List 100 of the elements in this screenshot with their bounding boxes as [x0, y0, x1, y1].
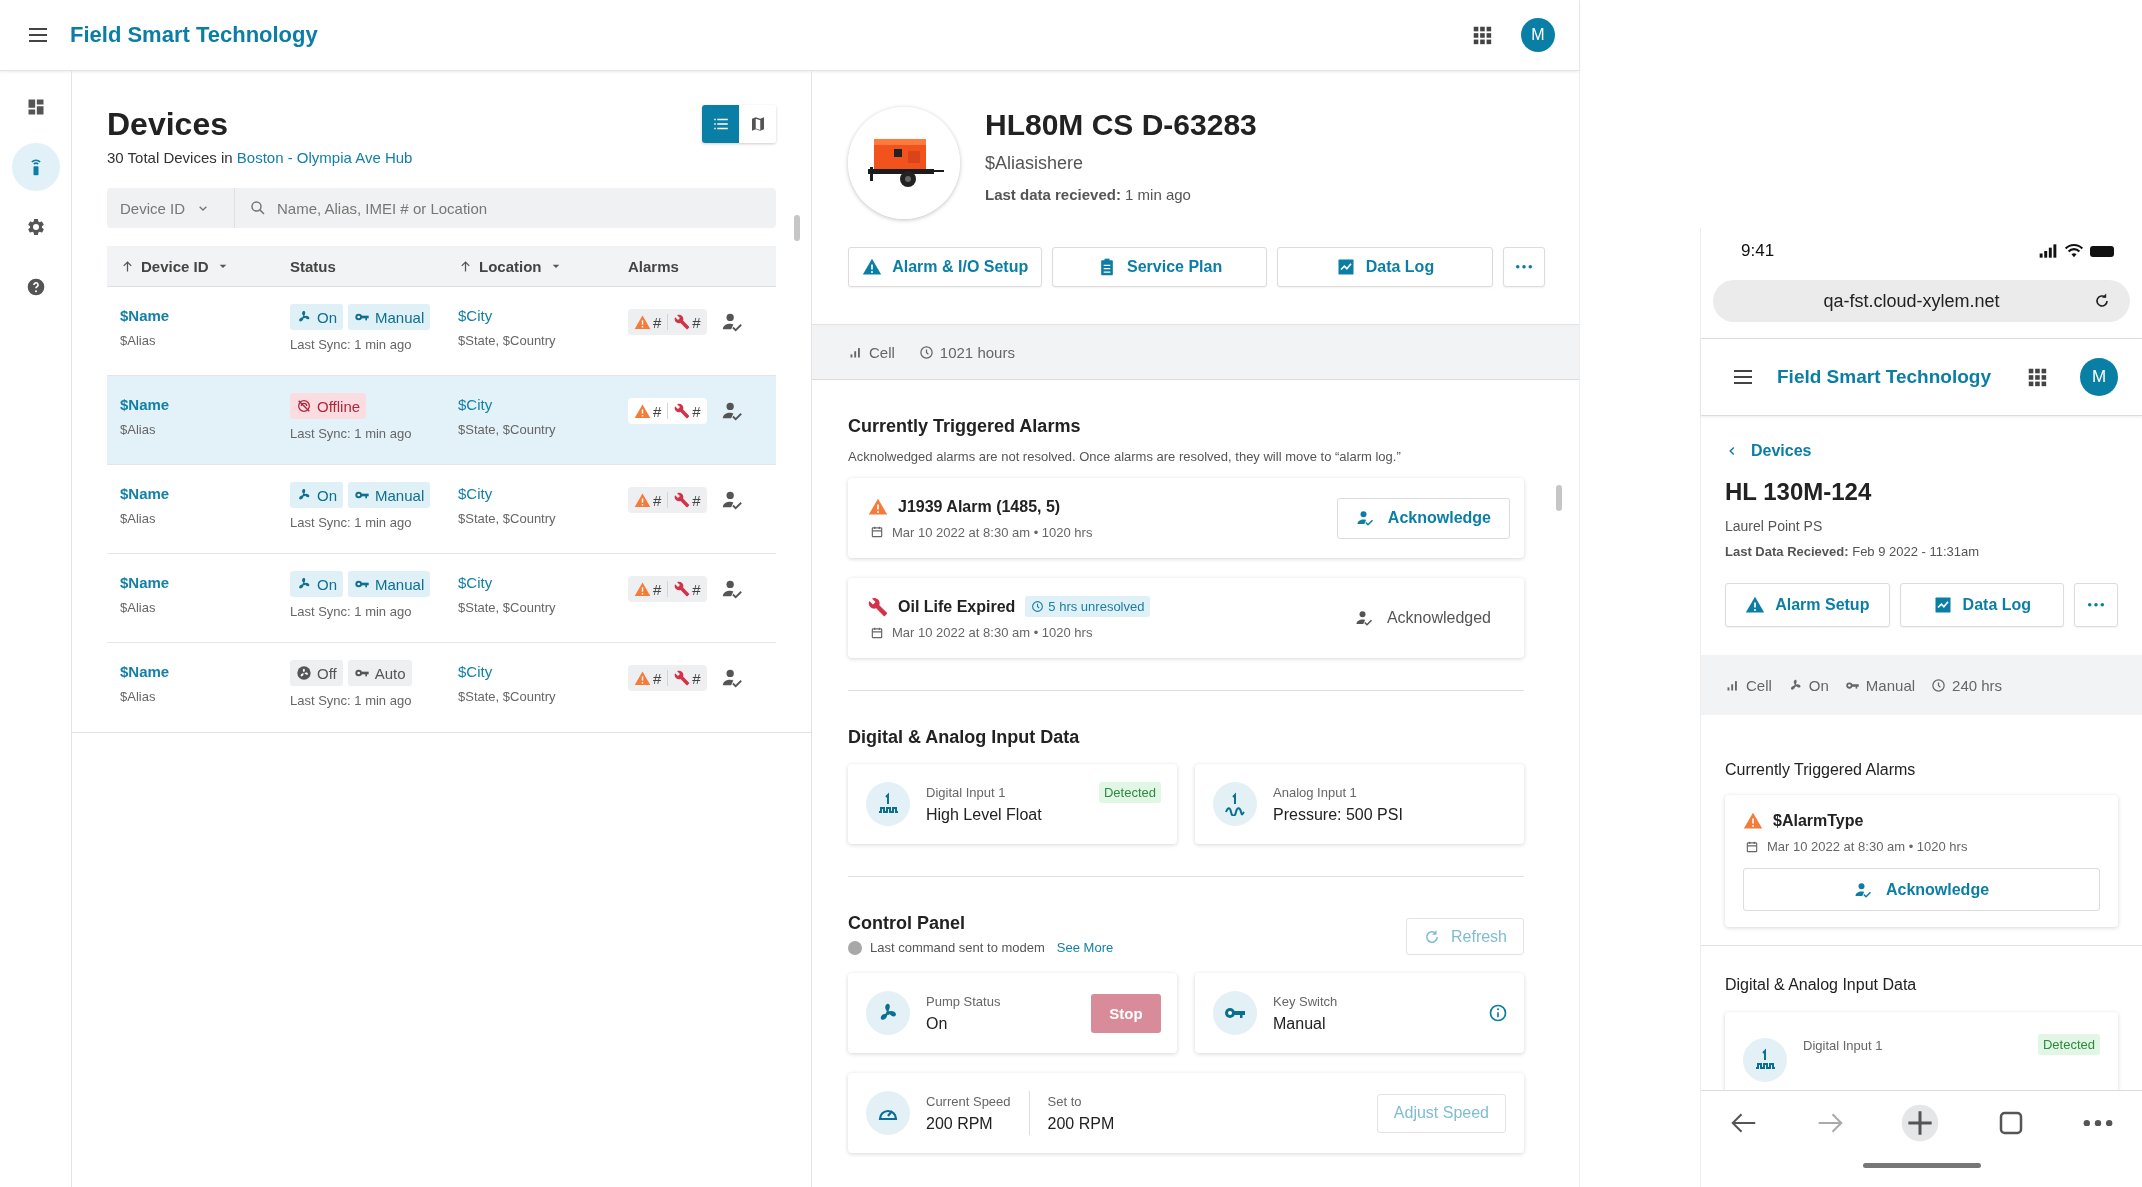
last-sync: Last Sync: 1 min ago: [290, 515, 412, 530]
input-label: Analog Input 1: [1273, 784, 1358, 800]
digital-wave-icon: [1743, 1038, 1787, 1082]
column-header[interactable]: Alarms: [615, 257, 776, 275]
filter-dropdown[interactable]: Device ID: [107, 188, 235, 228]
city: $City: [458, 396, 493, 413]
back-link[interactable]: Devices: [1725, 442, 1812, 460]
warning-icon: [862, 257, 883, 277]
search-field[interactable]: Name, Alias, IMEI # or Location: [275, 198, 776, 218]
filter-bar[interactable]: Device ID Name, Alias, IMEI # or Location: [107, 188, 776, 228]
section-title: Digital & Analog Input Data: [1725, 976, 1918, 994]
digital-wave-icon: [866, 782, 910, 826]
see-more-link[interactable]: See More: [1056, 940, 1114, 955]
apps-button[interactable]: [1471, 24, 1493, 46]
warning-icon: [634, 580, 651, 598]
calendar-icon: [870, 625, 884, 640]
device-alias: $Alias: [120, 511, 156, 526]
info-label: Cell: [869, 343, 895, 361]
device-alias: $Aliasishere: [985, 153, 1085, 174]
more-icon: [2082, 1119, 2115, 1127]
avatar[interactable]: M: [2080, 358, 2118, 396]
location-link[interactable]: Boston - Olympia Ave Hub: [236, 149, 413, 166]
view-toggle[interactable]: [739, 105, 776, 143]
nav-item[interactable]: [11, 143, 60, 191]
calendar-icon: [870, 525, 884, 539]
new-tab-button[interactable]: [1900, 1103, 1941, 1143]
table-row[interactable]: $Name $Alias Offline Last Sync: 1 min ago $City $State, $Country # #: [107, 376, 776, 465]
wrench-icon: [674, 403, 691, 419]
app-title: Field Smart Technology: [1777, 366, 1991, 388]
warning-icon: [634, 669, 651, 687]
alarm-count: #: [653, 402, 662, 420]
table-row[interactable]: $Name $Alias On Manual Last Sync: 1 min ago $City $State, $Country # #: [107, 287, 776, 376]
device-name: $Name: [120, 396, 170, 413]
status-chip: Off: [290, 660, 343, 686]
avatar[interactable]: M: [1521, 18, 1555, 52]
search-icon: [249, 199, 267, 217]
app-title: Field Smart Technology: [70, 22, 318, 48]
scrollbar[interactable]: [1556, 485, 1562, 511]
command-status: Last command sent to modem: [870, 940, 1045, 955]
column-header[interactable]: Location: [445, 257, 615, 275]
person-check-icon: [1355, 509, 1374, 527]
status-chip: Offline: [290, 393, 367, 419]
signal-icon: [2038, 241, 2058, 261]
scrollbar[interactable]: [794, 215, 800, 241]
more-button[interactable]: [2082, 1119, 2115, 1127]
action-button[interactable]: Data Log: [1276, 247, 1494, 287]
action-button[interactable]: Data Log: [1899, 583, 2065, 627]
table-row[interactable]: $Name $Alias On Manual Last Sync: 1 min ago $City $State, $Country # #: [107, 554, 776, 643]
region: $State, $Country: [458, 511, 556, 526]
control-value: On: [926, 1014, 949, 1033]
control-label: Pump Status: [926, 993, 1001, 1009]
person-check-icon: [720, 311, 743, 333]
acknowledge-button[interactable]: Acknowledge: [1336, 497, 1510, 539]
person-check-icon: [720, 489, 743, 511]
section-title: Currently Triggered Alarms: [1725, 761, 1917, 779]
input-value: Pressure: 500 PSI: [1273, 805, 1403, 824]
person-check-icon: [1853, 880, 1872, 899]
wrench-icon: [674, 492, 691, 508]
stop-button[interactable]: Stop: [1091, 993, 1161, 1033]
info-label: Manual: [1865, 676, 1916, 694]
section-title: Control Panel: [848, 913, 966, 934]
warning-icon: [634, 402, 651, 420]
action-button[interactable]: Service Plan: [1052, 247, 1267, 287]
person-check-icon: [720, 667, 743, 689]
table-row[interactable]: $Name $Alias On Manual Last Sync: 1 min ago $City $State, $Country # #: [107, 465, 776, 554]
warning-icon: [1743, 811, 1763, 831]
clock-icon: [1931, 677, 1947, 693]
device-count: 30 Total Devices in Boston - Olympia Ave Hub: [107, 149, 414, 166]
service-count: #: [692, 491, 701, 509]
device-title: HL 130M-124: [1725, 478, 1873, 506]
alarm-count: #: [653, 669, 662, 687]
alarm-date: Mar 10 2022 at 8:30 am • 1020 hrs: [892, 524, 1093, 540]
column-header[interactable]: Status: [277, 257, 445, 275]
alarm-title: Oil Life Expired: [898, 597, 1016, 616]
info-label: 240 hrs: [1952, 676, 2003, 694]
apps-button[interactable]: [2026, 366, 2048, 388]
page-title: Devices: [107, 105, 228, 143]
section-title: Currently Triggered Alarms: [848, 416, 1082, 437]
service-count: #: [692, 313, 701, 331]
alarm-title: J1939 Alarm (1485, 5): [898, 497, 1061, 516]
mode-chip: Auto: [347, 660, 412, 686]
wrench-icon: [868, 596, 888, 617]
control-label: Set to: [1047, 1093, 1083, 1109]
person-check-icon: [720, 400, 743, 422]
alarm-date: Mar 10 2022 at 8:30 am • 1020 hrs: [892, 625, 1093, 640]
acknowledge-button[interactable]: Acknowledge: [1743, 868, 2100, 911]
view-toggle[interactable]: [702, 105, 739, 143]
column-header[interactable]: Device ID: [107, 257, 277, 275]
action-button[interactable]: Alarm & I/O Setup: [848, 247, 1043, 287]
info-label: 1021 hours: [939, 343, 1015, 361]
action-button[interactable]: Alarm Setup: [1725, 583, 1890, 627]
table-row[interactable]: $Name $Alias Off Auto Last Sync: 1 min ago $City $State, $Country # #: [107, 643, 776, 732]
device-name: $Name: [120, 574, 170, 591]
warning-icon: [1745, 595, 1766, 615]
last-sync: Last Sync: 1 min ago: [290, 426, 412, 441]
region: $State, $Country: [458, 600, 556, 615]
battery-icon: [2090, 245, 2114, 257]
status-time: 9:41: [1741, 241, 1775, 261]
wrench-icon: [674, 581, 691, 597]
address-bar[interactable]: qa-fst.cloud-xylem.net: [1713, 280, 2130, 322]
